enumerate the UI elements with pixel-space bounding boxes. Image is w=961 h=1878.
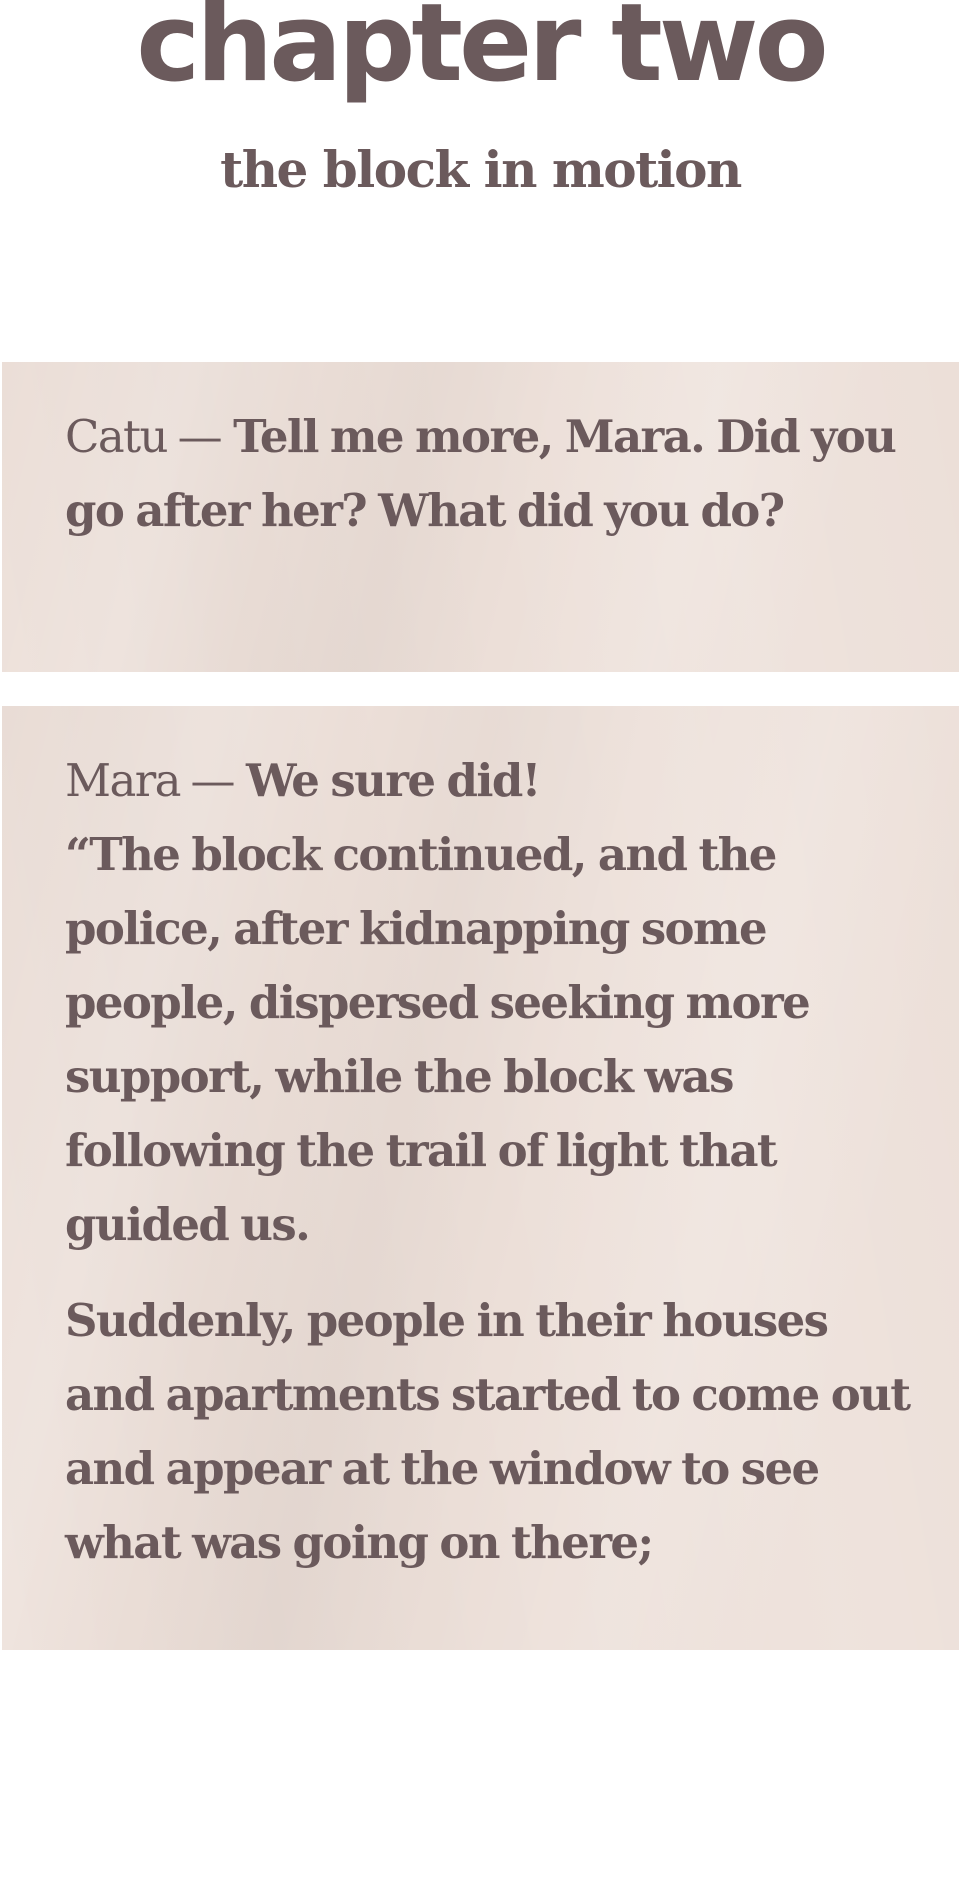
speaker-label-catu: Catu — — [65, 410, 223, 463]
chapter-title: chapter two — [136, 0, 828, 106]
dialogue-quote-mara: “The block continued, and the police, af… — [65, 828, 811, 1251]
chapter-subtitle: the block in motion — [220, 140, 742, 199]
dialogue-line-catu: Catu — Tell me more, Mara. Did you go af… — [65, 400, 919, 548]
speaker-label-mara: Mara — — [65, 754, 236, 807]
dialogue-continuation-mara: Suddenly, people in their houses and apa… — [65, 1294, 911, 1569]
dialogue-first-line-mara: We sure did! — [246, 754, 541, 807]
dialogue-line-mara: Mara — We sure did! “The block continued… — [65, 744, 919, 1262]
dialogue-card-catu: Catu — Tell me more, Mara. Did you go af… — [2, 362, 959, 672]
dialogue-card-mara: Mara — We sure did! “The block continued… — [2, 706, 959, 1650]
